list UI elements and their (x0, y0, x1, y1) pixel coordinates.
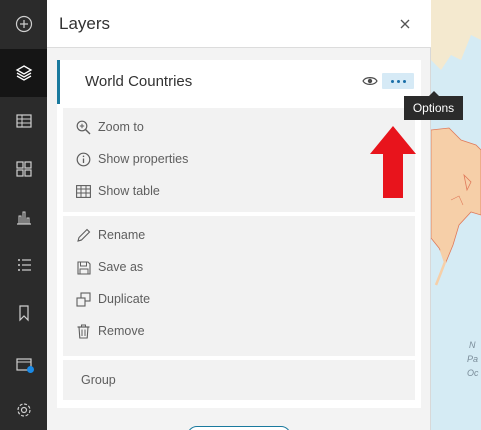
menu-item-label: Show table (98, 184, 160, 198)
bookmarks-button[interactable] (0, 289, 47, 337)
list-button[interactable] (0, 241, 47, 289)
menu-item-show-table[interactable]: Show table (63, 176, 415, 206)
bar-chart-icon (16, 211, 31, 225)
trash-icon (75, 323, 92, 340)
panel-header: Layers (47, 0, 431, 48)
menu-item-remove[interactable]: Remove (63, 316, 415, 346)
options-tooltip: Options (404, 91, 463, 120)
menu-item-zoom-to[interactable]: Zoom to (63, 112, 415, 142)
map-land (431, 0, 481, 286)
info-icon (75, 151, 92, 168)
menu-item-show-properties[interactable]: Show properties (63, 144, 415, 174)
settings-button[interactable] (0, 386, 47, 430)
layers-icon (15, 65, 32, 81)
layer-card: World Countries Zoom to Show properties (57, 60, 421, 408)
zoom-in-icon (75, 119, 92, 136)
ellipsis-icon (390, 79, 394, 83)
add-layer-button[interactable] (187, 426, 291, 430)
legend-button[interactable] (0, 145, 47, 193)
map-label: Oc (467, 368, 479, 378)
gear-icon (16, 403, 31, 417)
add-button[interactable] (0, 0, 47, 48)
list-icon (17, 259, 31, 271)
app-toolbar (0, 0, 47, 430)
menu-item-duplicate[interactable]: Duplicate (63, 284, 415, 314)
menu-item-label: Show properties (98, 152, 189, 166)
menu-item-label: Rename (98, 228, 146, 242)
table-icon (75, 183, 92, 200)
panel-title: Layers (59, 14, 111, 33)
map-label: Pa (467, 354, 479, 364)
eye-icon (362, 77, 378, 85)
bookmark-icon (18, 305, 29, 322)
layer-row[interactable]: World Countries (57, 60, 421, 104)
duplicate-icon (75, 291, 92, 308)
notification-dot (27, 366, 34, 373)
menu-item-label: Group (81, 373, 116, 387)
red-arrow-annotation (370, 126, 416, 198)
menu-item-group[interactable]: Group (63, 365, 415, 395)
menu-item-label: Zoom to (98, 120, 144, 134)
menu-item-label: Remove (98, 324, 145, 338)
menu-item-label: Save as (98, 260, 144, 274)
menu-group-navigate: Zoom to Show properties Show table (63, 108, 415, 212)
visibility-toggle[interactable] (360, 73, 380, 89)
menu-item-label: Duplicate (98, 292, 151, 306)
table-icon (15, 114, 32, 128)
options-button[interactable] (382, 73, 414, 89)
layers-button[interactable] (0, 49, 47, 97)
layer-name: World Countries (85, 73, 193, 90)
table-button[interactable] (0, 97, 47, 145)
charts-button[interactable] (0, 193, 47, 241)
add-circle-icon (15, 15, 32, 33)
menu-item-rename[interactable]: Rename (63, 220, 415, 250)
menu-item-save-as[interactable]: Save as (63, 252, 415, 282)
close-icon (400, 19, 410, 29)
close-button[interactable] (395, 14, 415, 34)
map-view[interactable]: N Pa Oc (431, 0, 481, 430)
layers-panel: Layers World Countries Zoom to Show prop… (47, 0, 431, 430)
legend-icon (15, 161, 32, 177)
media-button[interactable] (0, 340, 47, 388)
pencil-icon (75, 227, 92, 244)
map-label: N (469, 340, 476, 350)
menu-group-organize: Group (63, 360, 415, 400)
save-icon (75, 259, 92, 276)
menu-group-manage: Rename Save as Duplicate Remove (63, 216, 415, 356)
